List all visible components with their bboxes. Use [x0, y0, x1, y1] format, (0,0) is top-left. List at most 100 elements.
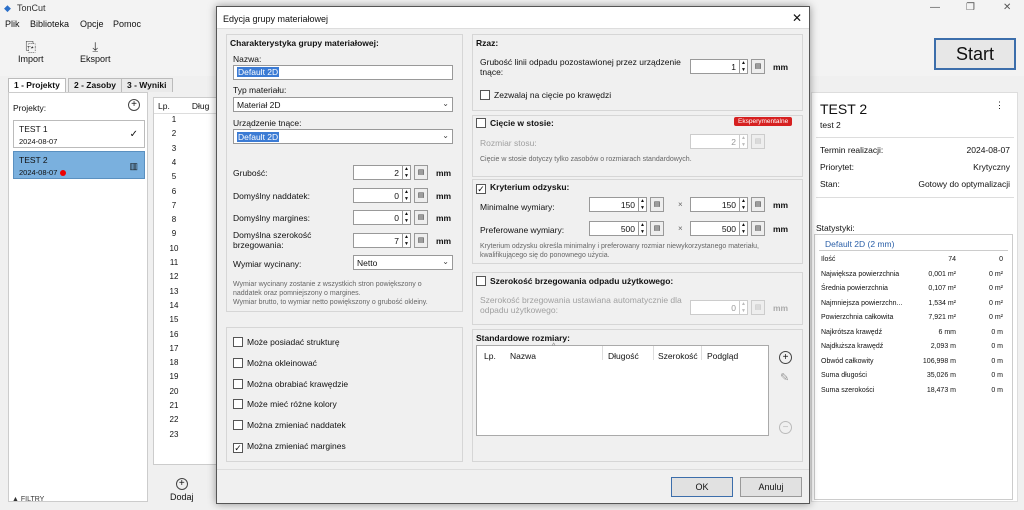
thickness-input[interactable]: 2 — [353, 165, 403, 180]
kerf-input[interactable]: 1 — [690, 59, 740, 74]
min-width-input[interactable]: 150 — [589, 197, 639, 212]
calculator-icon[interactable]: ▤ — [751, 197, 765, 212]
calculator-icon[interactable]: ▤ — [414, 165, 428, 180]
cutting-device-select[interactable]: Default 2D ⌄ — [233, 129, 453, 144]
project-item[interactable]: TEST 2 2024-08-07 ▥ — [13, 151, 145, 179]
recovery-checkbox[interactable]: ✓ Kryterium odzysku: — [476, 182, 569, 194]
stepper-arrows-icon[interactable]: ▲ ▼ — [740, 300, 748, 315]
list-row[interactable]: 7 — [154, 201, 194, 210]
start-button[interactable]: Start — [934, 38, 1016, 70]
list-row[interactable]: 22 — [154, 415, 194, 424]
list-row[interactable]: 2 — [154, 129, 194, 138]
list-row[interactable]: 1 — [154, 115, 194, 124]
stepper-arrows-icon[interactable]: ▲ ▼ — [740, 59, 748, 74]
option-checkbox[interactable]: Można obrabiać krawędzie — [233, 378, 348, 389]
add-button[interactable]: + Dodaj — [170, 478, 194, 502]
window-close-icon[interactable]: ✕ — [1003, 2, 1011, 13]
calculator-icon[interactable]: ▤ — [751, 300, 765, 315]
option-checkbox[interactable]: ✓ Można zmieniać margines — [233, 441, 346, 453]
calculator-icon[interactable]: ▤ — [751, 134, 765, 149]
menu-plik[interactable]: Plik — [5, 19, 20, 29]
stepper-arrows-icon[interactable]: ▲ ▼ — [403, 233, 411, 248]
option-label: Może mieć różne kolory — [247, 399, 337, 410]
project-item[interactable]: TEST 1 2024-08-07 ✓ — [13, 120, 145, 148]
calculator-icon[interactable]: ▤ — [414, 188, 428, 203]
list-row[interactable]: 6 — [154, 187, 194, 196]
tab-projekty[interactable]: 1 - Projekty — [8, 78, 66, 92]
list-row[interactable]: 4 — [154, 158, 194, 167]
projects-label: Projekty: — [13, 103, 47, 113]
edge-cut-checkbox[interactable]: Zezwalaj na cięcie po krawędzi — [480, 90, 611, 100]
material-type-select[interactable]: Materiał 2D ⌄ — [233, 97, 453, 112]
minimize-icon[interactable]: — — [930, 2, 940, 13]
stepper-arrows-icon[interactable]: ▲ ▼ — [740, 134, 748, 149]
list-row[interactable]: 16 — [154, 330, 194, 339]
stack-checkbox[interactable]: Cięcie w stosie: — [476, 118, 554, 128]
list-row[interactable]: 20 — [154, 387, 194, 396]
list-row[interactable]: 15 — [154, 315, 194, 324]
stepper-arrows-icon[interactable]: ▲ ▼ — [403, 188, 411, 203]
calculator-icon[interactable]: ▤ — [751, 221, 765, 236]
list-row[interactable]: 21 — [154, 401, 194, 410]
maximize-icon[interactable]: ❐ — [966, 2, 975, 13]
remove-size-icon[interactable]: − — [779, 421, 792, 434]
calculator-icon[interactable]: ▤ — [650, 197, 664, 212]
edge-width-input[interactable]: 7 — [353, 233, 403, 248]
stepper-arrows-icon[interactable]: ▲ ▼ — [639, 221, 647, 236]
stat-row: Suma długości 35,026 m0 m — [821, 372, 1003, 379]
pref-width-input[interactable]: 500 — [589, 221, 639, 236]
stepper-arrows-icon[interactable]: ▲ ▼ — [639, 197, 647, 212]
list-row[interactable]: 8 — [154, 215, 194, 224]
list-row[interactable]: 14 — [154, 301, 194, 310]
menu-biblioteka[interactable]: Biblioteka — [30, 19, 69, 29]
calculator-icon[interactable]: ▤ — [751, 59, 765, 74]
list-row[interactable]: 17 — [154, 344, 194, 353]
stepper-arrows-icon[interactable]: ▲ ▼ — [740, 197, 748, 212]
list-row[interactable]: 13 — [154, 287, 194, 296]
margins-input[interactable]: 0 — [353, 210, 403, 225]
option-checkbox[interactable]: Można okleinować — [233, 357, 317, 368]
tab-wyniki[interactable]: 3 - Wyniki — [121, 78, 173, 92]
list-row[interactable]: 3 — [154, 144, 194, 153]
edgewaste-checkbox[interactable]: Szerokość brzegowania odpadu użytkowego: — [476, 276, 673, 286]
list-row[interactable]: 11 — [154, 258, 194, 267]
calculator-icon[interactable]: ▤ — [414, 210, 428, 225]
menu-opcje[interactable]: Opcje — [80, 19, 104, 29]
list-row[interactable]: 9 — [154, 229, 194, 238]
allowance-input[interactable]: 0 — [353, 188, 403, 203]
calculator-icon[interactable]: ▤ — [414, 233, 428, 248]
stepper-arrows-icon[interactable]: ▲ ▼ — [403, 165, 411, 180]
name-input[interactable]: Default 2D — [233, 65, 453, 80]
stepper-arrows-icon[interactable]: ▲ ▼ — [403, 210, 411, 225]
tab-zasoby[interactable]: 2 - Zasoby — [68, 78, 123, 92]
stack-size-input[interactable]: 2 — [690, 134, 740, 149]
option-checkbox[interactable]: Można zmieniać naddatek — [233, 420, 346, 431]
list-row[interactable]: 12 — [154, 272, 194, 281]
stepper-arrows-icon[interactable]: ▲ ▼ — [740, 221, 748, 236]
import-button[interactable]: ⎘ Import — [18, 40, 44, 65]
dialog-close-icon[interactable]: ✕ — [792, 11, 802, 25]
option-checkbox[interactable]: Może posiadać strukturę — [233, 337, 340, 347]
edit-icon[interactable]: ✎ — [780, 371, 789, 384]
list-row[interactable]: 23 — [154, 430, 194, 439]
ok-button[interactable]: OK — [671, 477, 733, 497]
add-project-icon[interactable]: + — [128, 99, 140, 111]
filters-label: FILTRY — [20, 496, 45, 503]
list-row[interactable]: 5 — [154, 172, 194, 181]
pref-height-input[interactable]: 500 — [690, 221, 740, 236]
add-size-icon[interactable]: + — [779, 351, 792, 364]
cut-dimension-select[interactable]: Netto ⌄ — [353, 255, 453, 270]
option-checkbox[interactable]: Może mieć różne kolory — [233, 399, 337, 410]
calculator-icon[interactable]: ▤ — [650, 221, 664, 236]
cancel-button[interactable]: Anuluj — [740, 477, 802, 497]
list-row[interactable]: 19 — [154, 372, 194, 381]
min-height-input[interactable]: 150 — [690, 197, 740, 212]
project-date: 2024-08-07 — [19, 168, 58, 177]
list-row[interactable]: 18 — [154, 358, 194, 367]
edgewaste-input[interactable]: 0 — [690, 300, 740, 315]
filters-toggle[interactable]: ▲ FILTRY — [12, 496, 44, 503]
menu-pomoc[interactable]: Pomoc — [113, 19, 141, 29]
list-row[interactable]: 10 — [154, 244, 194, 253]
export-button[interactable]: ⤓ Eksport — [80, 40, 111, 65]
more-options-icon[interactable]: ⋮ — [995, 100, 1004, 111]
